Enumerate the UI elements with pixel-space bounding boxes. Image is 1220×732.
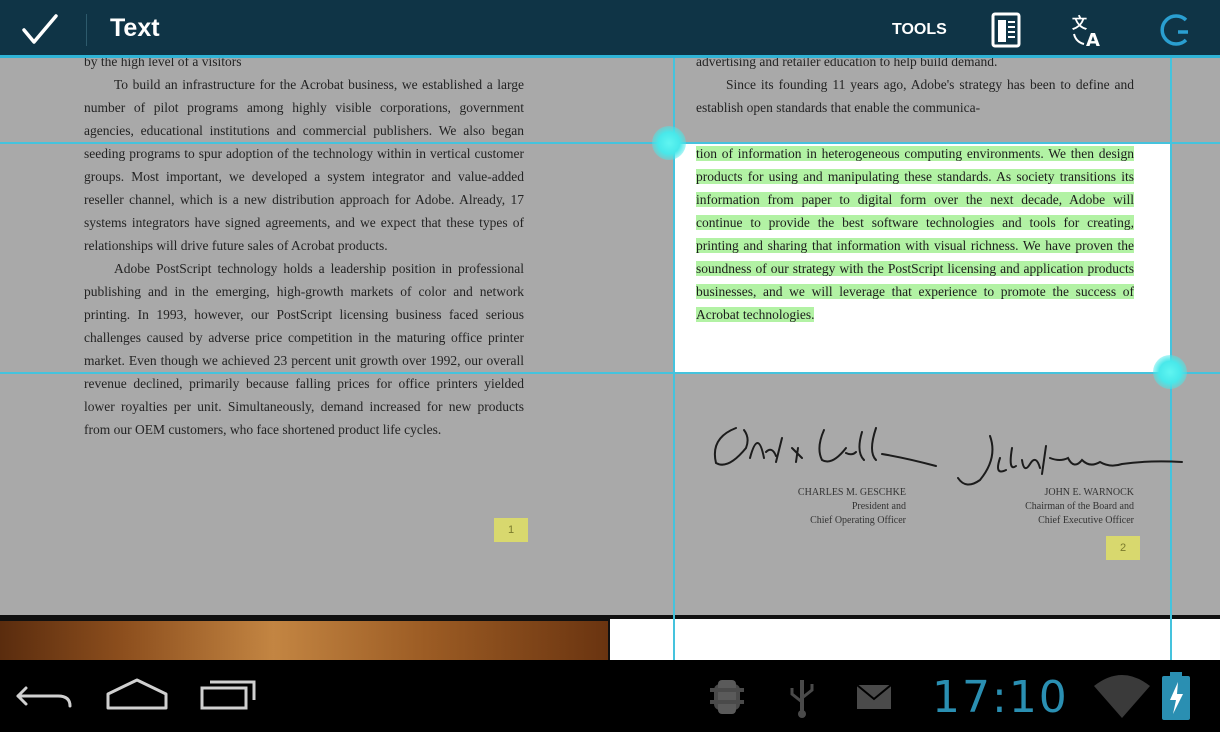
paragraph: Adobe PostScript technology holds a lead…	[84, 261, 524, 437]
translate-button[interactable]: 文 A	[1066, 8, 1110, 52]
signer-title: Chairman of the Board and	[1025, 501, 1134, 512]
left-page-text: by the high level of a visitors To build…	[84, 58, 524, 441]
signer-name: JOHN E. WARNOCK	[1044, 487, 1134, 498]
paragraph-fragment: by the high level of a visitors	[84, 58, 242, 69]
page-annotation-marker[interactable]: 1	[494, 518, 528, 542]
selected-text[interactable]: tion of information in heterogeneous com…	[696, 142, 1134, 326]
paragraph: Since its founding 11 years ago, Adobe's…	[696, 77, 1134, 115]
back-icon[interactable]	[12, 676, 76, 716]
page-thumbnail[interactable]	[0, 621, 608, 660]
tools-menu-button[interactable]: TOOLS	[892, 21, 947, 39]
app-window: Text TOOLS 文 A by the high level of a vi…	[0, 0, 1220, 732]
signature-caption: CHARLES M. GESCHKE President and Chief O…	[716, 486, 906, 528]
paragraph-fragment: advertising and retailer education to he…	[696, 58, 998, 69]
search-button[interactable]	[1152, 8, 1196, 52]
selection-end-handle[interactable]	[1153, 355, 1187, 389]
wifi-icon	[1094, 675, 1150, 718]
document-icon	[991, 12, 1021, 48]
mail-icon	[856, 684, 892, 709]
svg-text:A: A	[1086, 30, 1100, 51]
signer-title: Chief Operating Officer	[810, 515, 906, 526]
selected-text-highlight: tion of information in heterogeneous com…	[696, 146, 1134, 322]
status-clock: 17:10	[932, 672, 1069, 723]
battery-charging-icon	[1162, 672, 1190, 720]
translate-icon: 文 A	[1072, 14, 1100, 51]
selection-guide-right	[1170, 58, 1172, 615]
document-button[interactable]	[984, 8, 1028, 52]
selection-guide-top	[0, 142, 1220, 144]
page-title: Text	[110, 14, 160, 42]
usb-icon	[790, 680, 814, 718]
page-thumbnail[interactable]	[610, 619, 1220, 660]
checkmark-icon	[22, 14, 58, 44]
action-bar: Text TOOLS 文 A	[0, 0, 1220, 58]
done-button[interactable]	[8, 6, 72, 52]
signer-title: President and	[851, 501, 906, 512]
home-icon[interactable]	[102, 674, 172, 714]
right-page-text: advertising and retailer education to he…	[696, 58, 1134, 119]
signature-image	[714, 427, 937, 467]
search-icon	[1160, 14, 1188, 46]
page-thumbnail-strip[interactable]	[0, 615, 1220, 660]
signature-caption: JOHN E. WARNOCK Chairman of the Board an…	[944, 486, 1134, 528]
selection-start-handle[interactable]	[652, 126, 686, 160]
signer-name: CHARLES M. GESCHKE	[797, 487, 906, 498]
paragraph: To build an infrastructure for the Acrob…	[84, 77, 524, 253]
selection-guide-left	[673, 615, 675, 660]
action-bar-divider	[86, 14, 87, 46]
page-annotation-marker[interactable]: 2	[1106, 536, 1140, 560]
signer-title: Chief Executive Officer	[1038, 515, 1134, 526]
android-debug-icon	[710, 680, 744, 714]
document-view[interactable]: by the high level of a visitors To build…	[0, 58, 1220, 615]
selection-guide-right	[1170, 615, 1172, 660]
selection-guide-bottom	[0, 372, 1220, 374]
recent-apps-icon[interactable]	[196, 674, 262, 714]
